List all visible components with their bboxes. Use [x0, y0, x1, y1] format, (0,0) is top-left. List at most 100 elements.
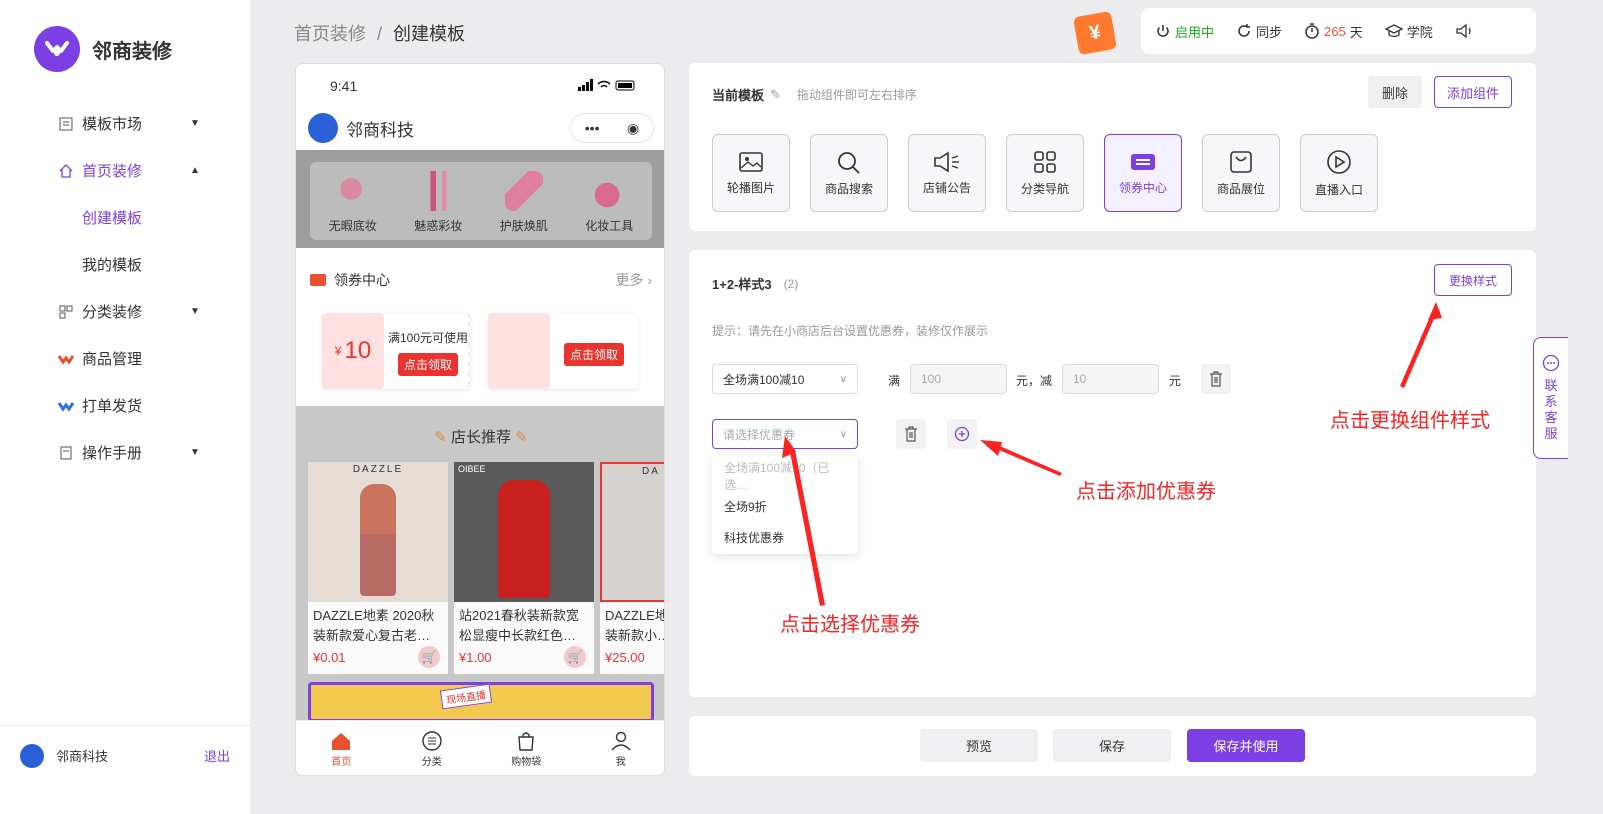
- category-item[interactable]: 无暇底妆: [329, 171, 377, 234]
- coupon-card[interactable]: 点击领取: [488, 313, 638, 389]
- lipstick-icon: [419, 171, 458, 211]
- breadcrumb-separator: /: [377, 24, 383, 44]
- more-dots-icon[interactable]: •••: [585, 120, 600, 136]
- live-banner[interactable]: 现场直播: [308, 682, 654, 722]
- foundation-icon: [333, 171, 372, 211]
- sidebar-item-category-decor[interactable]: 分类装修 ▼: [0, 288, 250, 335]
- claim-button[interactable]: 点击领取: [564, 343, 625, 366]
- product-title: DAZZLE地素 2020秋装新款爱心复古老…: [313, 608, 435, 643]
- search-icon: [838, 151, 860, 174]
- category-item[interactable]: 魅惑彩妆: [414, 171, 462, 234]
- style-title: 1+2-样式3: [712, 277, 772, 292]
- product-image: DA: [600, 462, 664, 602]
- customer-service-tab[interactable]: 联 系 客 服: [1533, 337, 1568, 459]
- timer-icon: [1305, 23, 1319, 39]
- trash-icon: [1210, 371, 1222, 387]
- delete-button[interactable]: 删除: [1368, 76, 1422, 108]
- sync-button[interactable]: 同步: [1236, 22, 1282, 41]
- sidebar-nav: 模板市场 ▼ 首页装修 ▲ 创建模板 我的模板 分类装修 ▼ 商品管理 打单发货…: [0, 100, 250, 476]
- signal-wifi-battery-icon: [578, 78, 638, 94]
- delete-coupon-button[interactable]: [1201, 364, 1231, 394]
- product-title: DAZZLE地素 2020秋装新款小…: [605, 608, 665, 643]
- preview-button[interactable]: 预览: [920, 729, 1038, 762]
- sidebar-item-template-market[interactable]: 模板市场 ▼: [0, 100, 250, 147]
- style-count: (2): [783, 276, 799, 291]
- red-packet-icon[interactable]: ¥: [1072, 10, 1118, 56]
- category-label: 魅惑彩妆: [414, 219, 463, 233]
- claim-button[interactable]: 点击领取: [398, 353, 459, 376]
- threshold-input[interactable]: 100: [910, 364, 1007, 394]
- close-target-icon[interactable]: ◉: [627, 120, 639, 137]
- chevron-down-icon: ∨: [839, 428, 847, 440]
- sync-label: 同步: [1256, 24, 1283, 40]
- sidebar-item-home-decor[interactable]: 首页装修 ▲: [0, 147, 250, 194]
- component-search[interactable]: 商品搜索: [810, 134, 888, 212]
- sidebar-item-shipping[interactable]: 打单发货: [0, 382, 250, 429]
- brand-logo-icon: [34, 26, 80, 72]
- component-category-nav[interactable]: 分类导航: [1006, 134, 1084, 212]
- category-list-icon: [422, 730, 442, 751]
- coupon-center-header: 领券中心 更多 ›: [310, 270, 652, 290]
- add-coupon-button[interactable]: [947, 419, 977, 449]
- dropdown-option[interactable]: 科技优惠券: [712, 522, 858, 553]
- coupon-card[interactable]: ¥ 10 满100元可使用 点击领取: [322, 313, 470, 389]
- save-and-use-button[interactable]: 保存并使用: [1187, 729, 1305, 762]
- product-card[interactable]: OIBEE 站2021春秋装新款宽松显瘦中长款红色… ¥1.00 🛒: [454, 462, 594, 674]
- mini-program-capsule[interactable]: ••• ◉: [570, 113, 654, 143]
- save-button[interactable]: 保存: [1053, 729, 1171, 762]
- component-banner[interactable]: 轮播图片: [712, 134, 790, 212]
- component-coupon-center[interactable]: 领券中心: [1104, 134, 1182, 212]
- product-card[interactable]: DAZZLE DAZZLE地素 2020秋装新款爱心复古老… ¥0.01 🛒: [308, 462, 448, 674]
- tab-home[interactable]: 首页: [330, 731, 352, 768]
- recommend-label: 店长推荐: [450, 429, 511, 446]
- category-item[interactable]: 护肤焕肌: [500, 171, 548, 234]
- product-card[interactable]: DA DAZZLE地素 2020秋装新款小… ¥25.00: [600, 462, 665, 674]
- breadcrumb-parent[interactable]: 首页装修: [294, 24, 366, 44]
- change-style-button[interactable]: 更换样式: [1434, 264, 1512, 296]
- product-image: OIBEE: [454, 462, 594, 602]
- sidebar-item-goods[interactable]: 商品管理: [0, 335, 250, 382]
- edit-icon[interactable]: ✎: [770, 87, 781, 103]
- live-tag: 现场直播: [439, 683, 493, 710]
- coupon-tip: 提示：请先在小商店后台设置优惠券，装修仅作展示: [712, 324, 989, 338]
- threshold-label: 满: [888, 374, 901, 388]
- discount-input[interactable]: 10: [1062, 364, 1159, 394]
- product-brand: DAZZLE: [352, 464, 404, 475]
- component-live-entry[interactable]: 直播入口: [1300, 134, 1378, 212]
- speaker-icon[interactable]: [1455, 23, 1475, 39]
- component-notice[interactable]: 店铺公告: [908, 134, 986, 212]
- sidebar-item-manual[interactable]: 操作手册 ▼: [0, 429, 250, 476]
- sidebar-subitem-my-templates[interactable]: 我的模板: [0, 241, 250, 288]
- days-remaining[interactable]: 265 天: [1304, 22, 1363, 41]
- top-status-bar: 启用中 同步 265 天 学院: [1141, 8, 1536, 54]
- status-toggle[interactable]: 启用中: [1155, 22, 1214, 41]
- cart-icon[interactable]: 🛒: [564, 646, 586, 668]
- sidebar-item-label: 模板市场: [82, 116, 143, 133]
- brand-logo[interactable]: 邻商装修: [34, 26, 172, 72]
- coupon-icon: [310, 274, 326, 286]
- chevron-down-icon: ▼: [190, 447, 200, 458]
- phone-status-bar: 9:41: [296, 64, 664, 108]
- home-icon: [332, 732, 351, 750]
- annotation-change-style: 点击更换组件样式: [1330, 410, 1490, 432]
- tab-label: 我: [615, 756, 626, 768]
- more-link[interactable]: 更多 ›: [615, 270, 652, 290]
- yuan-label: 元: [1169, 374, 1182, 388]
- coupon-select-1[interactable]: 全场满100减10 ∨: [712, 364, 858, 394]
- coupon-currency: ¥: [334, 344, 342, 358]
- component-product-showcase[interactable]: 商品展位: [1202, 134, 1280, 212]
- delete-coupon-button[interactable]: [896, 419, 926, 449]
- tab-category[interactable]: 分类: [421, 730, 443, 768]
- cart-icon[interactable]: 🛒: [418, 646, 440, 668]
- ship-icon: [58, 398, 74, 414]
- add-component-button[interactable]: 添加组件: [1434, 76, 1512, 108]
- tab-cart[interactable]: 购物袋: [511, 731, 541, 768]
- dropdown-option[interactable]: 全场9折: [712, 491, 858, 522]
- coupon-select-2[interactable]: 请选择优惠券 ∨: [712, 419, 858, 449]
- image-icon: [739, 151, 763, 172]
- academy-link[interactable]: 学院: [1384, 22, 1433, 41]
- sidebar-subitem-create-template[interactable]: 创建模板: [0, 194, 250, 241]
- logout-link[interactable]: 退出: [204, 746, 230, 765]
- category-item[interactable]: 化妆工具: [585, 171, 633, 234]
- tab-me[interactable]: 我: [610, 731, 632, 768]
